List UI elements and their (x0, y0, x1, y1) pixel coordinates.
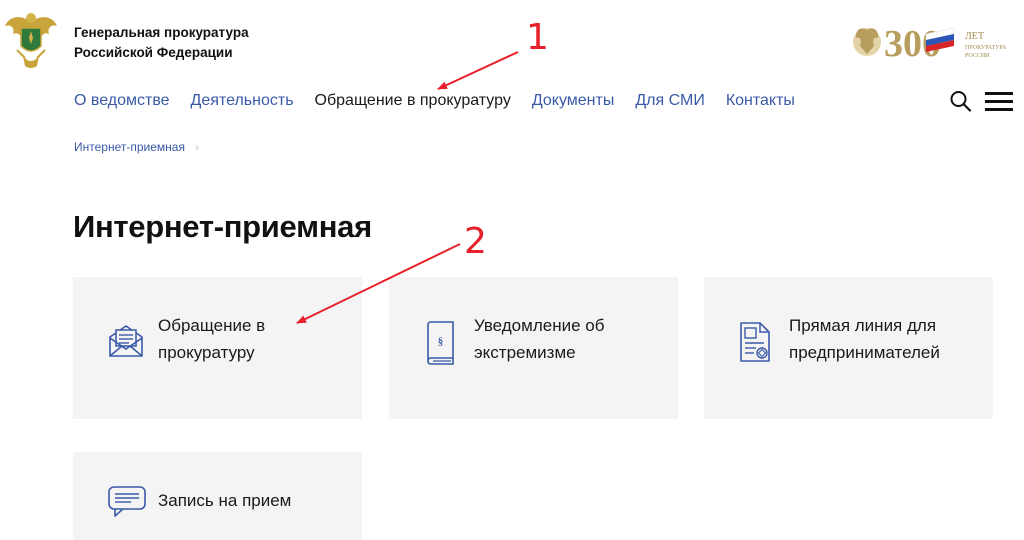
card-appeal-label: Обращение в прокуратуру (158, 316, 266, 362)
page-title: Интернет-приемная (73, 209, 372, 244)
annotation-marker-2: 2 (464, 221, 487, 262)
card-appeal-to-prosecutor[interactable]: Обращение в прокуратуру (73, 277, 362, 419)
search-icon[interactable] (949, 89, 973, 113)
hamburger-menu-icon[interactable] (983, 89, 1015, 113)
breadcrumb: Интернет-приемная › (74, 139, 199, 155)
document-stamp-icon (740, 322, 770, 362)
breadcrumb-item-internet-reception[interactable]: Интернет-приемная (74, 139, 185, 155)
nav-item-appeal[interactable]: Обращение в прокуратуру (315, 89, 511, 113)
page: Генеральная прокуратура Российской Федер… (0, 0, 1024, 540)
anniversary-line1: ПРОКУРАТУРА (965, 45, 1007, 51)
annotation-marker-1: 1 (526, 17, 549, 58)
card-business-hotline[interactable]: Прямая линия для предпринимателей (704, 277, 993, 419)
organization-name-line2: Российской Федерации (74, 45, 233, 60)
anniversary-emblem-icon (853, 28, 881, 56)
nav-item-contacts[interactable]: Контакты (726, 89, 795, 113)
prosecutor-emblem-logo[interactable] (3, 8, 59, 70)
nav-item-documents[interactable]: Документы (532, 89, 614, 113)
nav-item-about[interactable]: О ведомстве (74, 89, 170, 113)
main-navigation: О ведомстве Деятельность Обращение в про… (74, 89, 816, 113)
organization-name-line1: Генеральная прокуратура (74, 25, 249, 40)
card-extremism-notice[interactable]: § Уведомление об экстремизме (389, 277, 678, 419)
svg-text:§: § (438, 336, 444, 348)
organization-name[interactable]: Генеральная прокуратура Российской Федер… (74, 23, 249, 63)
chat-message-icon (108, 486, 146, 517)
chevron-right-icon: › (194, 140, 199, 154)
annotation-arrow-1 (437, 51, 519, 90)
card-business-label: Прямая линия для предпринимателей (789, 316, 940, 362)
anniversary-line2: РОССИИ (965, 53, 990, 59)
anniversary-word: ЛЕТ (965, 31, 984, 42)
envelope-letter-icon (109, 325, 143, 357)
anniversary-300-logo: 300 ЛЕТ ПРОКУРАТУРА РОССИИ (853, 23, 1007, 64)
nav-item-media[interactable]: Для СМИ (635, 89, 704, 113)
nav-item-activity[interactable]: Деятельность (191, 89, 294, 113)
card-appointment-label: Запись на прием (158, 491, 292, 510)
law-book-icon: § (427, 321, 454, 365)
card-extremism-label: Уведомление об экстремизме (474, 316, 605, 362)
card-appointment[interactable]: Запись на прием (73, 452, 362, 540)
